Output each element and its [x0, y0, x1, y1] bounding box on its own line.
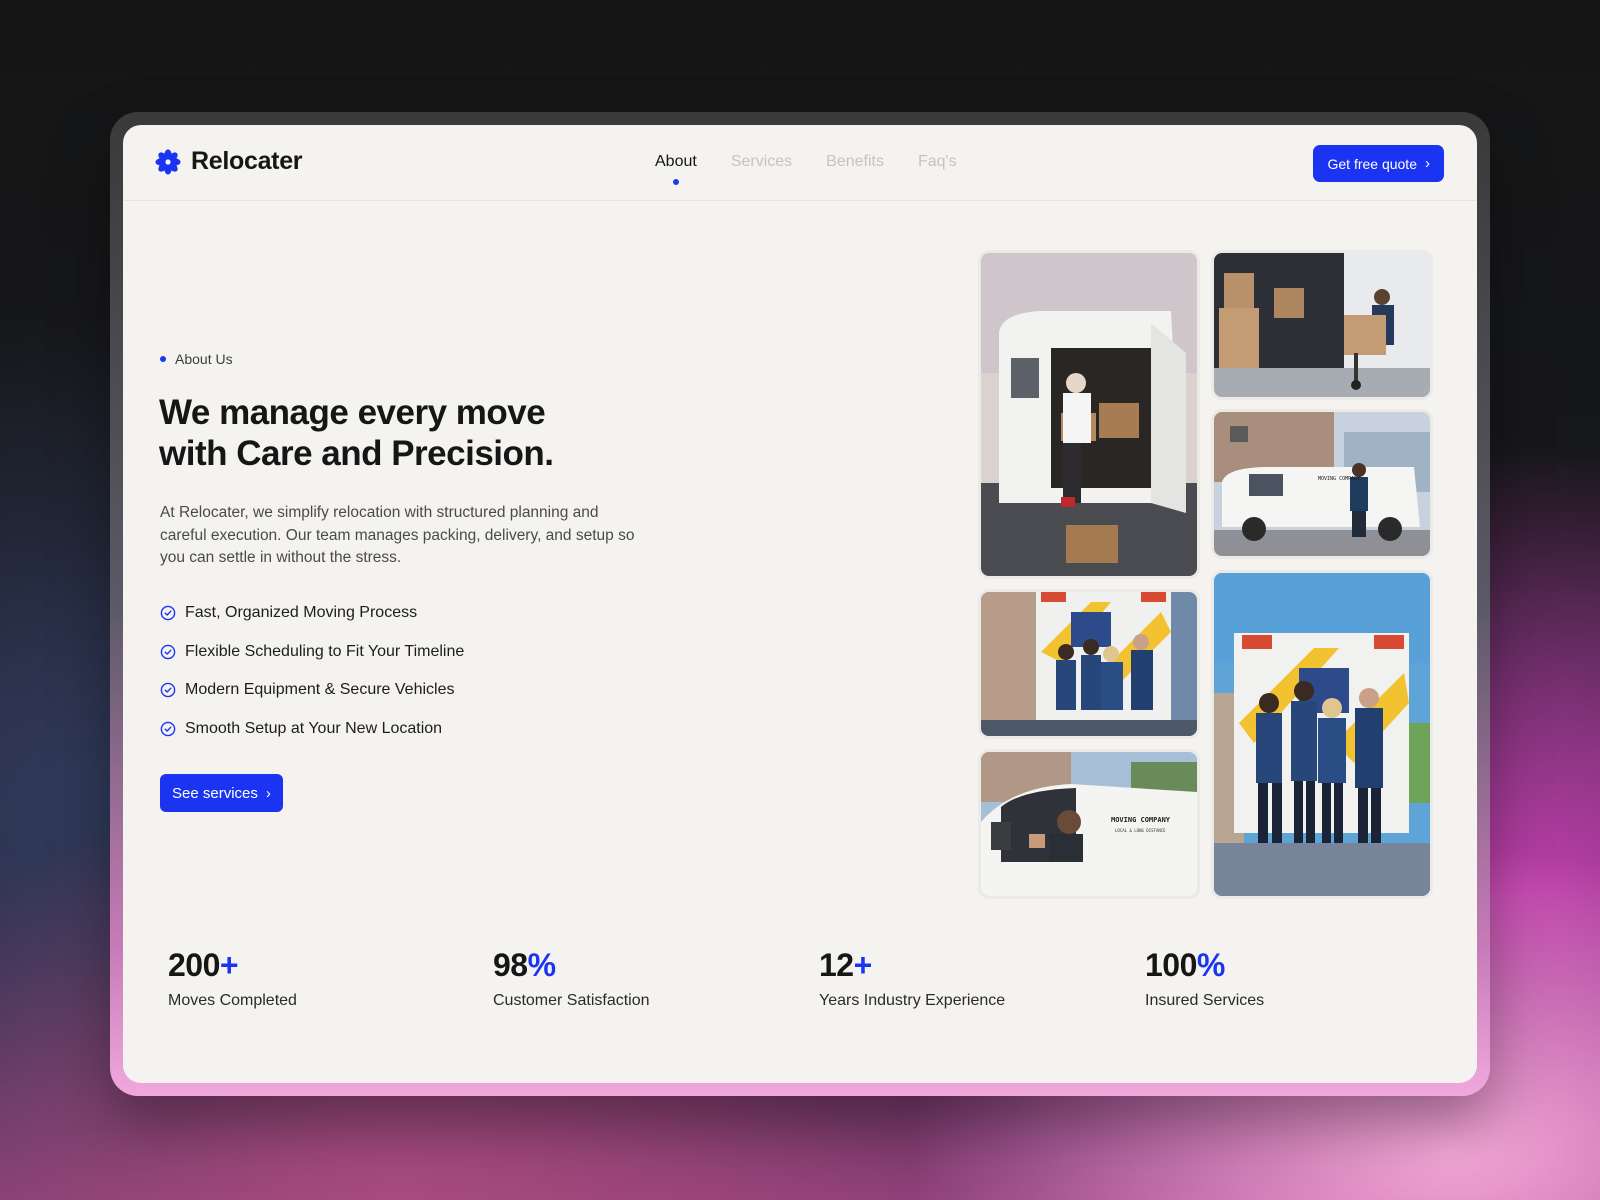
van-lettering: MOVING COMPANY: [1318, 476, 1360, 482]
hero-headline: We manage every move with Care and Preci…: [159, 392, 719, 474]
van-lettering-sub: LOCAL & LONG DISTANCE: [1115, 828, 1166, 833]
stat-moves-completed: 200+ Moves Completed: [168, 947, 297, 1010]
stat-number: 200: [168, 947, 220, 983]
feature-item: Flexible Scheduling to Fit Your Timeline: [160, 633, 464, 672]
stat-customer-satisfaction: 98% Customer Satisfaction: [493, 947, 650, 1010]
brand-name: Relocater: [191, 147, 303, 175]
section-eyebrow: About Us: [160, 351, 233, 367]
nav-link-benefits[interactable]: Benefits: [826, 153, 884, 171]
van-lettering: MOVING COMPANY: [1111, 816, 1171, 824]
photo-crew-ambulance: [981, 592, 1197, 736]
stat-label: Years Industry Experience: [819, 992, 1006, 1009]
stat-suffix: %: [1196, 947, 1225, 983]
stat-label: Customer Satisfaction: [493, 992, 650, 1009]
feature-label: Modern Equipment & Secure Vehicles: [185, 681, 455, 699]
flower-logo-icon: [155, 148, 181, 175]
see-services-button[interactable]: See services ›: [160, 774, 283, 812]
feature-list: Fast, Organized Moving Process Flexible …: [160, 594, 464, 748]
feature-item: Smooth Setup at Your New Location: [160, 710, 464, 749]
stat-value: 200+: [168, 947, 297, 984]
photo-unloading-boxes: [1214, 253, 1430, 397]
feature-item: Fast, Organized Moving Process: [160, 594, 464, 633]
stat-insured-services: 100% Insured Services: [1145, 947, 1264, 1010]
chevron-right-icon: ›: [265, 784, 271, 802]
stat-value: 12+: [819, 947, 1005, 984]
nav-link-about[interactable]: About: [655, 153, 697, 185]
stat-number: 98: [493, 947, 528, 983]
check-circle-icon: [160, 605, 176, 621]
stat-years-experience: 12+ Years Industry Experience: [819, 947, 1005, 1010]
stat-number: 100: [1145, 947, 1197, 983]
services-button-label: See services: [172, 784, 258, 802]
photo-driver-thumbs-up: MOVING COMPANY LOCAL & LONG DISTANCE: [981, 752, 1197, 896]
stat-label: Moves Completed: [168, 992, 297, 1009]
feature-label: Fast, Organized Moving Process: [185, 604, 418, 622]
stat-value: 100%: [1145, 947, 1264, 984]
check-circle-icon: [160, 721, 176, 737]
nav-link-faqs[interactable]: Faq's: [918, 153, 957, 171]
headline-line-1: We manage every move: [159, 393, 546, 432]
top-nav: Relocater About Services Benefits Faq's …: [123, 125, 1477, 201]
stat-suffix: %: [527, 947, 556, 983]
stat-value: 98%: [493, 947, 650, 984]
quote-button-label: Get free quote: [1327, 155, 1417, 172]
feature-item: Modern Equipment & Secure Vehicles: [160, 671, 464, 710]
eyebrow-dot: [160, 356, 166, 362]
nav-links: About Services Benefits Faq's: [655, 153, 957, 185]
hero-intro: At Relocater, we simplify relocation wit…: [160, 504, 635, 566]
check-circle-icon: [160, 682, 176, 698]
nav-link-services[interactable]: Services: [731, 153, 792, 171]
headline-line-2: with Care and Precision.: [159, 434, 554, 473]
active-indicator-dot: [672, 179, 679, 185]
stat-suffix: +: [219, 947, 239, 983]
nav-link-label: About: [655, 153, 697, 170]
feature-label: Flexible Scheduling to Fit Your Timeline: [185, 642, 465, 660]
browser-screen: Relocater About Services Benefits Faq's …: [123, 125, 1477, 1083]
brand-logo[interactable]: Relocater: [155, 147, 303, 176]
photo-loading-van: [981, 253, 1197, 576]
stat-number: 12: [819, 947, 854, 983]
stat-label: Insured Services: [1145, 992, 1265, 1009]
eyebrow-label: About Us: [175, 351, 233, 367]
check-circle-icon: [160, 644, 176, 660]
photo-crew-ambulance-tall: [1214, 573, 1430, 896]
feature-label: Smooth Setup at Your New Location: [185, 719, 443, 737]
chevron-right-icon: ›: [1425, 155, 1430, 172]
stat-suffix: +: [853, 947, 873, 983]
photo-van-driver: MOVING COMPANY: [1214, 412, 1430, 556]
get-free-quote-button[interactable]: Get free quote ›: [1313, 145, 1444, 182]
